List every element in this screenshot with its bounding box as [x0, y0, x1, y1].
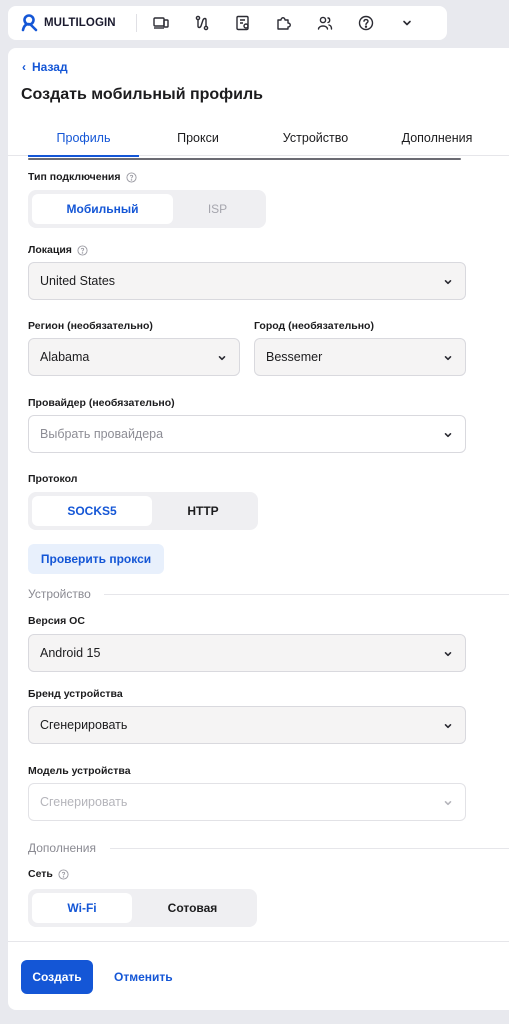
info-icon[interactable]: [77, 244, 88, 256]
profile-tabs: Профиль Прокси Устройство Дополнения: [8, 120, 509, 157]
provider-select[interactable]: Выбрать провайдера: [28, 415, 466, 453]
info-icon[interactable]: [58, 868, 69, 880]
tab-extras[interactable]: Дополнения: [382, 120, 492, 156]
os-version-value: Android 15: [40, 646, 101, 660]
help-icon[interactable]: [349, 9, 383, 37]
network-label: Сеть: [28, 868, 69, 880]
provider-label: Провайдер (необязательно): [28, 397, 175, 409]
city-select[interactable]: Bessemer: [254, 338, 466, 376]
device-brand-label: Бренд устройства: [28, 688, 123, 700]
os-version-label: Версия ОС: [28, 615, 85, 627]
connection-mobile-option[interactable]: Мобильный: [32, 194, 173, 224]
chevron-down-icon[interactable]: [390, 9, 424, 37]
chevron-down-icon: [444, 801, 452, 806]
section-divider: [104, 594, 509, 595]
extensions-icon[interactable]: [267, 9, 301, 37]
device-model-placeholder: Сгенерировать: [40, 795, 128, 809]
chevron-down-icon: [444, 280, 452, 285]
devices-icon[interactable]: [144, 9, 178, 37]
network-toggle: Wi-Fi Сотовая: [28, 889, 257, 927]
network-text: Сеть: [28, 868, 53, 880]
chevron-left-icon: ‹: [22, 60, 26, 74]
back-link[interactable]: ‹ Назад: [22, 60, 68, 74]
tab-profile[interactable]: Профиль: [28, 120, 139, 157]
region-value: Alabama: [40, 350, 90, 364]
protocol-label: Протокол: [28, 473, 78, 485]
chevron-down-icon: [444, 356, 452, 361]
profile-settings-icon[interactable]: [226, 9, 260, 37]
tab-proxy[interactable]: Прокси: [148, 120, 248, 156]
top-toolbar: MULTILOGIN: [8, 6, 447, 40]
device-section-title: Устройство: [28, 587, 91, 601]
back-label: Назад: [32, 60, 68, 74]
tabs-scrollbar[interactable]: [28, 158, 461, 160]
device-brand-value: Сгенерировать: [40, 718, 128, 732]
info-icon[interactable]: [125, 171, 137, 183]
protocol-socks5-option[interactable]: SOCKS5: [32, 496, 152, 526]
cancel-button[interactable]: Отменить: [114, 960, 173, 994]
chevron-down-icon: [444, 724, 452, 729]
location-label: Локация: [28, 244, 88, 256]
footer-divider: [8, 941, 509, 942]
connection-type-label: Тип подключения: [28, 171, 137, 183]
connection-type-toggle: Мобильный ISP: [28, 190, 266, 228]
logo-icon: [21, 14, 38, 32]
device-model-select[interactable]: Сгенерировать: [28, 783, 466, 821]
chevron-down-icon: [444, 433, 452, 438]
create-profile-panel: ‹ Назад Создать мобильный профиль Профил…: [8, 48, 509, 1010]
multilogin-logo[interactable]: MULTILOGIN: [20, 12, 132, 34]
team-icon[interactable]: [308, 9, 342, 37]
device-brand-select[interactable]: Сгенерировать: [28, 706, 466, 744]
section-divider: [110, 848, 509, 849]
network-cellular-option[interactable]: Сотовая: [132, 893, 253, 923]
city-value: Bessemer: [266, 350, 323, 364]
chevron-down-icon: [444, 652, 452, 657]
device-model-label: Модель устройства: [28, 765, 131, 777]
region-select[interactable]: Alabama: [28, 338, 240, 376]
tab-device[interactable]: Устройство: [263, 120, 368, 156]
check-proxy-button[interactable]: Проверить прокси: [28, 544, 164, 574]
provider-placeholder: Выбрать провайдера: [40, 427, 164, 441]
city-label: Город (необязательно): [254, 320, 374, 332]
location-text: Локация: [28, 244, 72, 256]
toolbar-divider: [136, 14, 137, 32]
automation-icon[interactable]: [185, 9, 219, 37]
brand-name: MULTILOGIN: [44, 17, 116, 29]
protocol-toggle: SOCKS5 HTTP: [28, 492, 258, 530]
location-value: United States: [40, 274, 116, 288]
os-version-select[interactable]: Android 15: [28, 634, 466, 672]
create-button[interactable]: Создать: [21, 960, 93, 994]
network-wifi-option[interactable]: Wi-Fi: [32, 893, 132, 923]
extras-section-title: Дополнения: [28, 841, 96, 855]
connection-type-text: Тип подключения: [28, 171, 121, 183]
page-title: Создать мобильный профиль: [21, 86, 264, 103]
chevron-down-icon: [218, 356, 226, 361]
region-label: Регион (необязательно): [28, 320, 153, 332]
connection-isp-option[interactable]: ISP: [173, 194, 262, 224]
protocol-http-option[interactable]: HTTP: [152, 496, 254, 526]
location-select[interactable]: United States: [28, 262, 466, 300]
